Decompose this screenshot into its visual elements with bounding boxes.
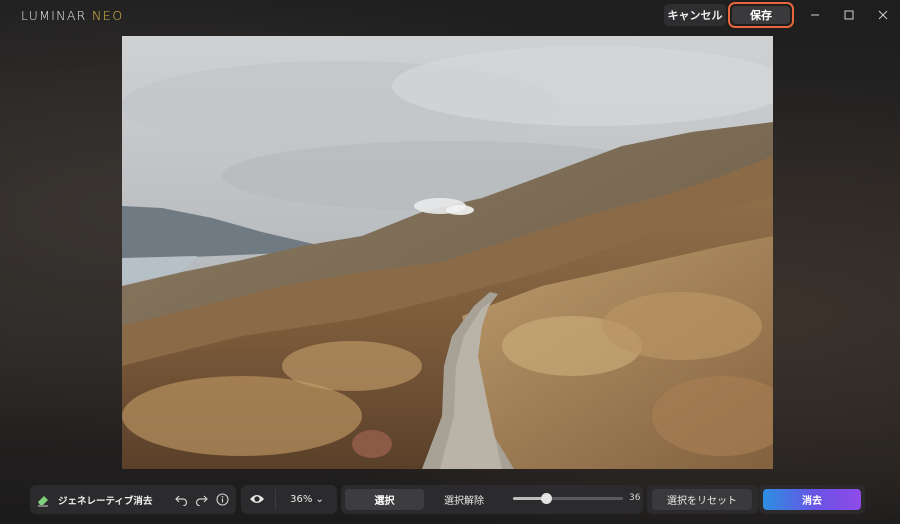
minimize-icon[interactable] — [807, 7, 823, 23]
erase-button[interactable]: 消去 — [763, 489, 861, 510]
undo-icon[interactable] — [173, 491, 189, 507]
redo-icon[interactable] — [193, 491, 209, 507]
tool-label: ジェネレーティブ消去 — [58, 495, 153, 507]
brush-size-slider[interactable] — [513, 497, 623, 500]
save-button[interactable]: 保存 — [728, 2, 794, 28]
select-button[interactable]: 選択 — [345, 489, 424, 510]
title-bar: LUMINAR NEO キャンセル 保存 — [0, 0, 900, 30]
photo-canvas[interactable] — [122, 36, 773, 469]
zoom-dropdown[interactable]: 36% ⌄ — [285, 489, 329, 510]
tool-panel: ジェネレーティブ消去 — [30, 485, 236, 514]
info-icon[interactable] — [214, 491, 230, 507]
eye-icon[interactable] — [248, 491, 266, 507]
eraser-icon — [36, 493, 50, 507]
app-logo: LUMINAR NEO — [21, 8, 124, 23]
brush-size-handle[interactable] — [540, 493, 552, 504]
brush-size-value: 36 — [629, 493, 641, 503]
close-icon[interactable] — [875, 7, 891, 23]
reset-selection-button[interactable]: 選択をリセット — [652, 489, 752, 510]
deselect-button[interactable]: 選択解除 — [427, 489, 501, 510]
save-button-label: 保存 — [732, 6, 790, 24]
divider — [275, 489, 276, 510]
maximize-icon[interactable] — [841, 7, 857, 23]
tool-selector[interactable]: ジェネレーティブ消去 — [36, 485, 152, 514]
view-panel: 36% ⌄ — [241, 485, 337, 514]
cancel-button[interactable]: キャンセル — [664, 4, 726, 26]
